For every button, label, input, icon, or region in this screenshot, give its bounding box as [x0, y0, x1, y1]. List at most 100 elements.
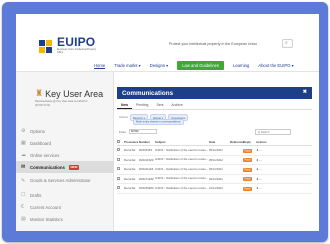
panel-title: Communications: [122, 89, 174, 97]
nav-designs[interactable]: Designs ▾: [150, 63, 168, 68]
mark-sheets-link[interactable]: Mark entity sheets in correspondence: [131, 118, 184, 125]
sidebar-item-label: Dashboard: [30, 140, 52, 146]
screenshot-canvas: EUIPO European Union Intellectual Proper…: [16, 14, 319, 231]
reply-button[interactable]: Reply: [243, 158, 253, 163]
account-icon: €: [21, 204, 24, 210]
table-header: Procedure Number Subject Date Reference …: [117, 139, 312, 146]
cell-subject[interactable]: LNR R - Notification of the need to reis…: [155, 148, 209, 152]
nav-trade-marks[interactable]: Trade marks ▾: [114, 63, 141, 68]
cell-procedure: Recordal: [124, 148, 136, 153]
sidebar-item-monitor-statistics[interactable]: ▤ Monitor Statistics: [16, 213, 114, 225]
cell-date: 05/11/2022: [209, 157, 223, 162]
col-reply: Reply: [243, 140, 251, 144]
settings-icon: ⚙: [21, 128, 26, 134]
more-icon[interactable]: ⋯: [259, 148, 262, 152]
sidebar-item-label: Goods & Services Administrator: [30, 177, 91, 183]
sidebar: ♜ Key User Area Representative @ Key Use…: [16, 72, 114, 231]
sidebar-item-options[interactable]: ⚙ Options: [16, 125, 114, 137]
reply-button[interactable]: Reply: [243, 186, 253, 191]
cell-procedure: Recordal: [124, 167, 136, 172]
table-row[interactable]: Recordal R202399ZZ LNR R - Notification of…: [117, 184, 312, 194]
col-number[interactable]: Number: [139, 140, 155, 144]
cell-date: 06/11/2022: [209, 167, 223, 172]
more-icon[interactable]: ⋯: [259, 186, 262, 190]
sidebar-item-communications[interactable]: ✉ Communications NEW: [16, 161, 114, 173]
stats-icon: ▤: [21, 216, 26, 222]
nav-learning[interactable]: Learning: [233, 63, 249, 68]
sidebar-item-label: Communications: [30, 164, 65, 170]
sidebar-item-label: Monitor Statistics: [30, 216, 63, 222]
download-icon[interactable]: ⬇: [256, 148, 258, 152]
cell-procedure: Recordal: [124, 157, 136, 162]
cell-subject[interactable]: LNR R - Notification of the need to reis…: [155, 167, 209, 171]
search-icon: ⌕: [285, 40, 288, 46]
download-icon[interactable]: ⬇: [256, 158, 258, 162]
cell-number: R202716ZZ: [139, 176, 154, 181]
download-icon[interactable]: ⬇: [256, 167, 258, 171]
sidebar-item-online-services[interactable]: ☁ Online services: [16, 149, 114, 161]
header-search-button[interactable]: ⌕: [282, 39, 293, 48]
nav-about[interactable]: About the EUIPO ▾: [258, 63, 293, 68]
actions-label: Actions: [119, 116, 128, 119]
row-checkbox[interactable]: [117, 148, 120, 152]
communications-panel: Communications ✖ New Pending Sent Archiv…: [117, 75, 313, 231]
nav-home[interactable]: Home: [94, 63, 106, 69]
col-actions: Actions: [256, 140, 267, 144]
reply-button[interactable]: Reply: [243, 177, 253, 182]
table-row[interactable]: Recordal R202111ZZ LNR R - Notification of…: [117, 165, 312, 175]
communications-table: Procedure Number Subject Date Reference …: [117, 139, 312, 194]
user-icon: ♜: [35, 88, 44, 98]
row-checkbox[interactable]: [117, 167, 120, 171]
download-icon[interactable]: ⬇: [256, 177, 258, 181]
goods-icon: ✎: [21, 177, 26, 184]
reply-button[interactable]: Reply: [243, 148, 253, 153]
table-body: Recordal R202345S LNR R - Notification of …: [117, 146, 312, 194]
more-icon[interactable]: ⋯: [259, 177, 262, 181]
more-icon[interactable]: ⋯: [259, 167, 262, 171]
sidebar-item-label: Drafts: [30, 192, 42, 198]
sidebar-item-label: Online services: [30, 152, 60, 158]
sidebar-item-current-account[interactable]: € Current Account: [16, 201, 114, 213]
services-icon: ☁: [21, 152, 26, 158]
table-row[interactable]: Recordal R202115ZZ LNR R - Notification of…: [117, 156, 312, 165]
table-row[interactable]: Recordal R202716ZZ LNR R - Notification of…: [117, 175, 312, 184]
user-id: (ID 6071712): [35, 104, 51, 107]
cell-date: 05/11/2022: [209, 148, 223, 153]
euipo-logo[interactable]: EUIPO European Union Intellectual Proper…: [39, 35, 97, 54]
more-icon[interactable]: ⋯: [259, 158, 262, 162]
mail-icon: ✉: [21, 164, 26, 170]
sidebar-item-drafts[interactable]: ☐ Drafts: [16, 189, 114, 201]
table-search-input[interactable]: [255, 129, 291, 135]
drafts-icon: ☐: [21, 192, 26, 198]
sidebar-item-goods-services[interactable]: ✎ Goods & Services Administrator: [16, 173, 114, 189]
tab-new[interactable]: New: [117, 102, 132, 109]
row-checkbox[interactable]: [117, 186, 120, 190]
from-date-input[interactable]: [129, 129, 157, 134]
tab-archive[interactable]: Archive: [167, 102, 186, 109]
header-tagline: Protect your intellectual property in th…: [169, 42, 258, 46]
download-icon[interactable]: ⬇: [256, 186, 258, 190]
cell-subject[interactable]: LNR R - Notification of the need to reis…: [155, 177, 209, 180]
dashboard-icon: ▦: [21, 140, 26, 146]
tab-sent[interactable]: Sent: [152, 102, 167, 109]
logo-text: EUIPO: [57, 35, 96, 49]
cell-number: R202345S: [139, 148, 153, 153]
col-date[interactable]: Date: [209, 140, 230, 144]
col-procedure[interactable]: Procedure: [124, 140, 139, 144]
close-icon[interactable]: ✖: [303, 89, 307, 95]
cell-subject[interactable]: LNR R - Notification of the need to reis…: [155, 158, 209, 161]
row-checkbox[interactable]: [117, 157, 120, 161]
sidebar-menu: ⚙ Options ▦ Dashboard ☁ Online services …: [16, 125, 114, 225]
tab-pending[interactable]: Pending: [132, 102, 152, 109]
select-all-checkbox[interactable]: [117, 140, 120, 143]
cell-subject[interactable]: LNR R - Notification of the need to reis…: [155, 186, 209, 190]
table-row[interactable]: Recordal R202345S LNR R - Notification of …: [117, 146, 312, 156]
reply-button[interactable]: Reply: [243, 167, 253, 172]
cell-procedure: Recordal: [124, 186, 136, 191]
cell-number: R202399ZZ: [139, 186, 154, 191]
sidebar-item-dashboard[interactable]: ▦ Dashboard: [16, 137, 114, 149]
col-reference[interactable]: Reference: [230, 140, 244, 144]
nav-law-guidelines[interactable]: Law and Guidelines: [177, 61, 224, 70]
col-subject[interactable]: Subject: [155, 140, 209, 144]
row-checkbox[interactable]: [117, 176, 120, 180]
